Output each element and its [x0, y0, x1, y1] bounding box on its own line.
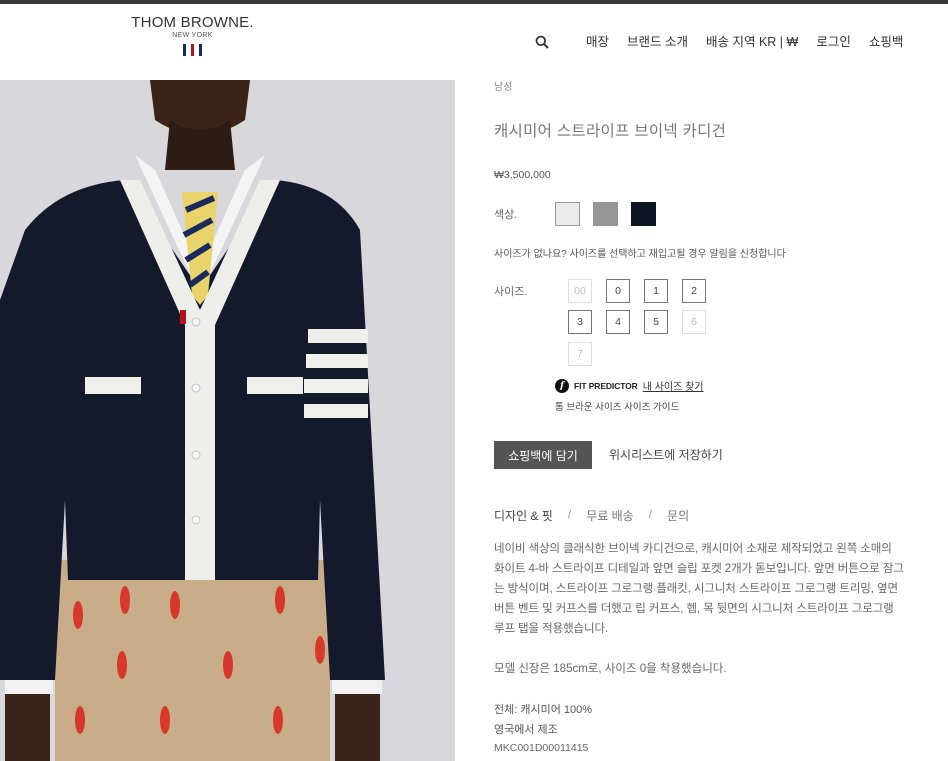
color-label: 색상.	[494, 209, 518, 221]
size-option-7[interactable]: 7	[568, 342, 592, 366]
composition: 전체: 캐시미어 100%	[494, 704, 593, 716]
tab-separator: /	[648, 507, 653, 521]
nav-brand[interactable]: 브랜드 소개	[627, 31, 688, 50]
size-restock-notice: 사이즈가 없나요? 사이즈를 선택하고 재입고될 경우 알림을 신청합니다	[494, 249, 786, 260]
nav-shopping-bag[interactable]: 쇼핑백	[869, 31, 904, 50]
detail-tabs: 디자인 & 핏 / 무료 배송 / 문의	[494, 507, 689, 524]
save-to-wishlist-link[interactable]: 위시리스트에 저장하기	[609, 446, 723, 463]
color-swatch-navy[interactable]	[631, 202, 656, 226]
tricolor-flag-icon	[130, 44, 255, 56]
size-option-2[interactable]: 2	[682, 279, 706, 303]
size-option-3[interactable]: 3	[568, 310, 592, 334]
tab-inquiry[interactable]: 문의	[667, 507, 689, 524]
tab-design-fit[interactable]: 디자인 & 핏	[494, 507, 553, 524]
size-label: 사이즈.	[494, 286, 528, 298]
search-icon[interactable]	[535, 35, 549, 49]
size-option-00[interactable]: 00	[568, 279, 592, 303]
nav-login[interactable]: 로그인	[816, 31, 851, 50]
product-image[interactable]	[0, 80, 455, 761]
model-info: 모델 신장은 185cm로, 사이즈 0을 착용했습니다.	[494, 663, 727, 675]
size-option-5[interactable]: 5	[644, 310, 668, 334]
model-wearing-cardigan-illustration	[0, 80, 455, 761]
product-price: ₩3,500,000	[494, 169, 551, 181]
color-swatch-white[interactable]	[555, 202, 580, 226]
brand-logo[interactable]: THOM BROWNE. NEW YORK	[130, 14, 255, 56]
size-option-6[interactable]: 6	[682, 310, 706, 334]
tab-free-shipping[interactable]: 무료 배송	[586, 507, 634, 524]
product-sku: MKC001D00011415	[494, 742, 589, 754]
nav-shipping-region[interactable]: 배송 지역 KR | ₩	[706, 31, 798, 50]
main-nav: 매장 브랜드 소개 배송 지역 KR | ₩ 로그인 쇼핑백	[586, 31, 903, 50]
fit-predictor-brand: FIT PREDICTOR	[574, 380, 638, 391]
size-guide-link[interactable]: 톰 브라운 사이즈 사이즈 가이드	[555, 399, 679, 413]
find-my-size-link[interactable]: 내 사이즈 찾기	[643, 378, 704, 393]
product-title: 캐시미어 스트라이프 브이넥 카디건	[494, 123, 727, 140]
site-header: THOM BROWNE. NEW YORK 매장 브랜드 소개 배송 지역 KR…	[0, 4, 948, 80]
fit-predictor-logo-icon: f	[555, 378, 569, 393]
logo-text: THOM BROWNE.	[131, 14, 254, 31]
size-option-4[interactable]: 4	[606, 310, 630, 334]
origin: 영국에서 제조	[494, 724, 558, 736]
add-to-bag-button[interactable]: 쇼핑백에 담기	[494, 441, 592, 469]
color-swatch-grey[interactable]	[593, 202, 618, 226]
logo-subtext: NEW YORK	[172, 32, 213, 39]
nav-stores[interactable]: 매장	[586, 31, 609, 50]
size-option-0[interactable]: 0	[606, 279, 630, 303]
product-description: 네이비 색상의 클래식한 브이넥 카디건으로, 캐시미어 소재로 제작되었고 왼…	[494, 543, 904, 635]
fit-predictor: f FIT PREDICTOR 내 사이즈 찾기	[555, 378, 703, 393]
tab-separator: /	[567, 507, 572, 521]
breadcrumb-category[interactable]: 남성	[494, 78, 512, 93]
size-option-1[interactable]: 1	[644, 279, 668, 303]
